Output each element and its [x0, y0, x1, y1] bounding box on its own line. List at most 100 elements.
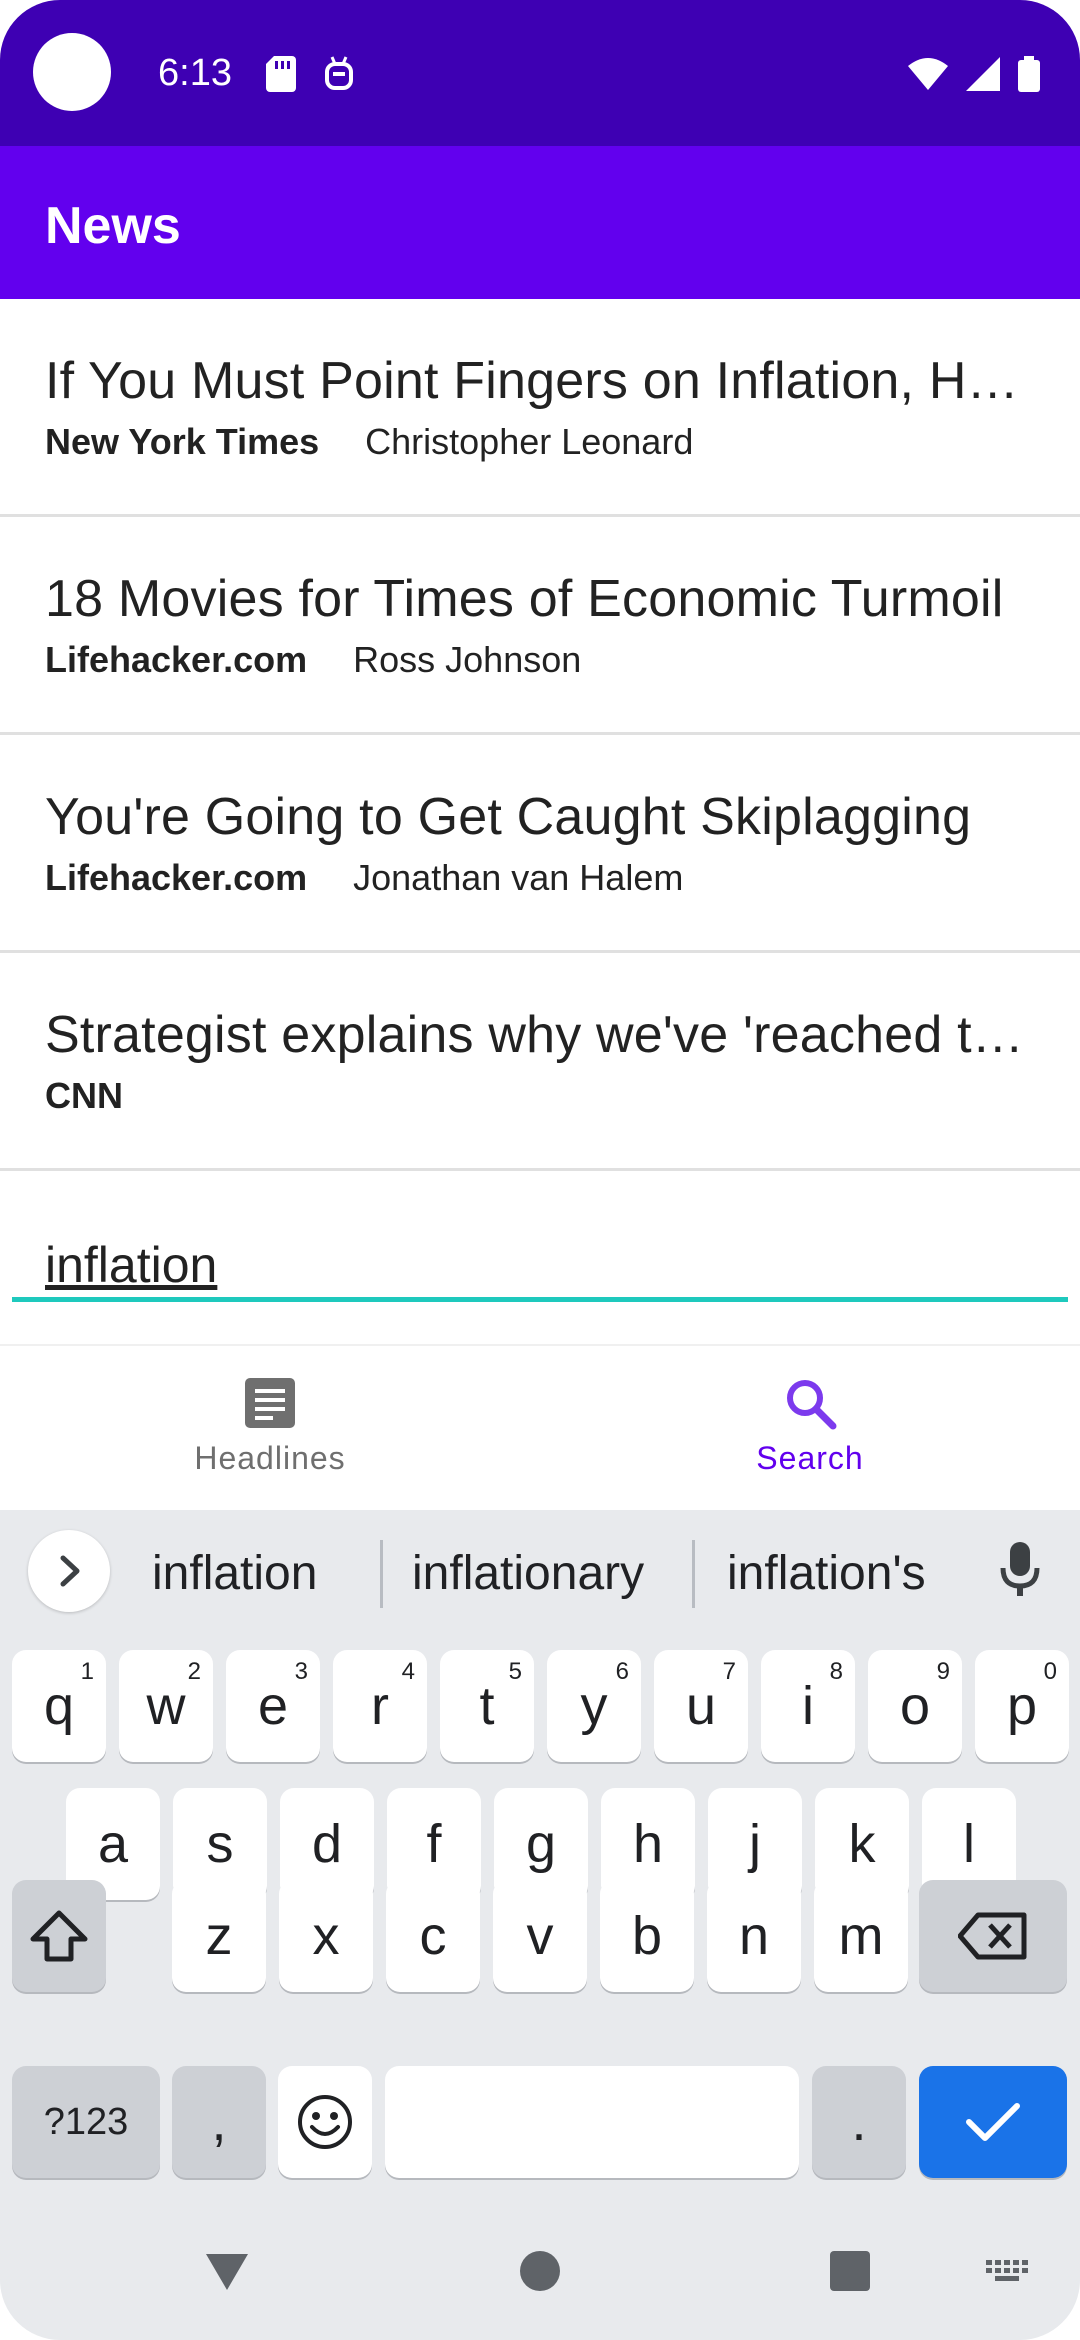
keyboard-expand-button[interactable] [28, 1530, 110, 1612]
article-title: If You Must Point Fingers on Inflation, … [45, 352, 1035, 410]
article-source: New York Times [45, 421, 320, 462]
recents-icon[interactable] [829, 2250, 871, 2292]
key-label: q [43, 1676, 75, 1736]
battery-icon [1018, 56, 1040, 92]
suggestion-divider [692, 1540, 695, 1608]
backspace-icon [958, 1912, 1027, 1960]
article-author: Christopher Leonard [365, 421, 694, 462]
key-p[interactable]: p0 [975, 1650, 1069, 1762]
article-title: 18 Movies for Times of Economic Turmoil [45, 570, 1004, 628]
app-title: News [45, 197, 181, 255]
key-x[interactable]: x [279, 1880, 373, 1992]
key-b[interactable]: b [600, 1880, 694, 1992]
app-bar: News [0, 146, 1080, 299]
search-icon [787, 1380, 837, 1430]
key-y[interactable]: y6 [547, 1650, 641, 1762]
article-author: Ross Johnson [353, 639, 582, 680]
suggestion-1[interactable]: inflation [152, 1546, 317, 1601]
back-icon[interactable] [204, 2252, 250, 2292]
search-field-container [0, 1172, 1080, 1344]
system-status-icons [908, 56, 1040, 92]
key-label: o [899, 1676, 931, 1736]
comma-key[interactable]: , [172, 2066, 266, 2178]
article-title: You're Going to Get Caught Skiplagging [45, 788, 972, 846]
key-c[interactable]: c [386, 1880, 480, 1992]
nav-item-headlines[interactable]: Headlines [0, 1346, 540, 1510]
suggestion-divider [380, 1540, 383, 1608]
key-n[interactable]: n [707, 1880, 801, 1992]
article-list: If You Must Point Fingers on Inflation, … [0, 299, 1080, 1171]
key-e[interactable]: e3 [226, 1650, 320, 1762]
article-row[interactable]: 18 Movies for Times of Economic Turmoil … [0, 517, 1080, 735]
article-source: Lifehacker.com [45, 857, 308, 898]
key-r[interactable]: r4 [333, 1650, 427, 1762]
home-icon[interactable] [519, 2250, 561, 2292]
emoji-icon [298, 2095, 352, 2149]
nav-label-search: Search [756, 1440, 864, 1476]
key-hint-number: 5 [508, 1658, 522, 1685]
android-debug-icon [325, 56, 353, 90]
sd-card-icon [266, 56, 296, 92]
article-icon [245, 1378, 295, 1428]
key-m[interactable]: m [814, 1880, 908, 1992]
key-q[interactable]: q1 [12, 1650, 106, 1762]
space-key[interactable] [385, 2066, 799, 2178]
symbols-key[interactable]: ?123 [12, 2066, 160, 2178]
status-time: 6:13 [158, 52, 232, 94]
bottom-navigation: Headlines Search [0, 1344, 1080, 1510]
key-hint-number: 2 [187, 1658, 201, 1685]
status-bar: 6:13 [0, 0, 1080, 146]
key-hint-number: 9 [936, 1658, 950, 1685]
key-u[interactable]: u7 [654, 1650, 748, 1762]
key-hint-number: 1 [80, 1658, 94, 1685]
key-v[interactable]: v [493, 1880, 587, 1992]
key-hint-number: 7 [722, 1658, 736, 1685]
nav-label-headlines: Headlines [194, 1440, 346, 1476]
microphone-icon[interactable] [1000, 1540, 1040, 1598]
key-label: i [802, 1676, 814, 1736]
keyboard-switch-icon[interactable] [986, 2260, 1030, 2284]
search-input[interactable] [12, 1232, 1068, 1302]
article-row[interactable]: Strategist explains why we've 'reached t… [0, 953, 1080, 1171]
article-author: Jonathan van Halem [353, 857, 684, 898]
suggestion-2[interactable]: inflationary [412, 1546, 644, 1601]
key-label: u [685, 1676, 717, 1736]
key-i[interactable]: i8 [761, 1650, 855, 1762]
key-label: t [479, 1676, 495, 1736]
emoji-key[interactable] [278, 2066, 372, 2178]
system-navigation-bar [0, 2210, 1080, 2340]
cell-signal-icon [966, 57, 1000, 91]
nav-item-search[interactable]: Search [540, 1346, 1080, 1510]
backspace-key[interactable] [919, 1880, 1067, 1992]
key-hint-number: 6 [615, 1658, 629, 1685]
key-w[interactable]: w2 [119, 1650, 213, 1762]
suggestion-3[interactable]: inflation's [727, 1546, 926, 1601]
article-source: CNN [45, 1075, 123, 1116]
key-hint-number: 8 [829, 1658, 843, 1685]
key-label: p [1006, 1676, 1038, 1736]
wifi-icon [908, 58, 948, 90]
article-row[interactable]: If You Must Point Fingers on Inflation, … [0, 299, 1080, 517]
shift-key[interactable] [12, 1880, 106, 1992]
suggestion-strip: inflation inflationary inflation's [0, 1510, 1080, 1630]
key-hint-number: 4 [401, 1658, 415, 1685]
camera-cutout [33, 33, 111, 111]
key-label: y [580, 1676, 608, 1736]
enter-key[interactable] [919, 2066, 1067, 2178]
article-source: Lifehacker.com [45, 639, 308, 680]
period-key[interactable]: . [812, 2066, 906, 2178]
key-o[interactable]: o9 [868, 1650, 962, 1762]
key-t[interactable]: t5 [440, 1650, 534, 1762]
notification-icons [266, 56, 354, 92]
soft-keyboard: inflation inflationary inflation's q1w2e… [0, 1510, 1080, 2340]
chevron-right-icon [60, 1555, 80, 1587]
key-z[interactable]: z [172, 1880, 266, 1992]
article-row[interactable]: You're Going to Get Caught Skiplagging L… [0, 735, 1080, 953]
key-hint-number: 3 [294, 1658, 308, 1685]
key-hint-number: 0 [1043, 1658, 1057, 1685]
article-title: Strategist explains why we've 'reached t… [45, 1006, 1035, 1064]
key-label: e [257, 1676, 289, 1736]
key-label: r [371, 1676, 389, 1736]
checkmark-icon [966, 2103, 1020, 2141]
shift-arrow-icon [30, 1910, 88, 1962]
